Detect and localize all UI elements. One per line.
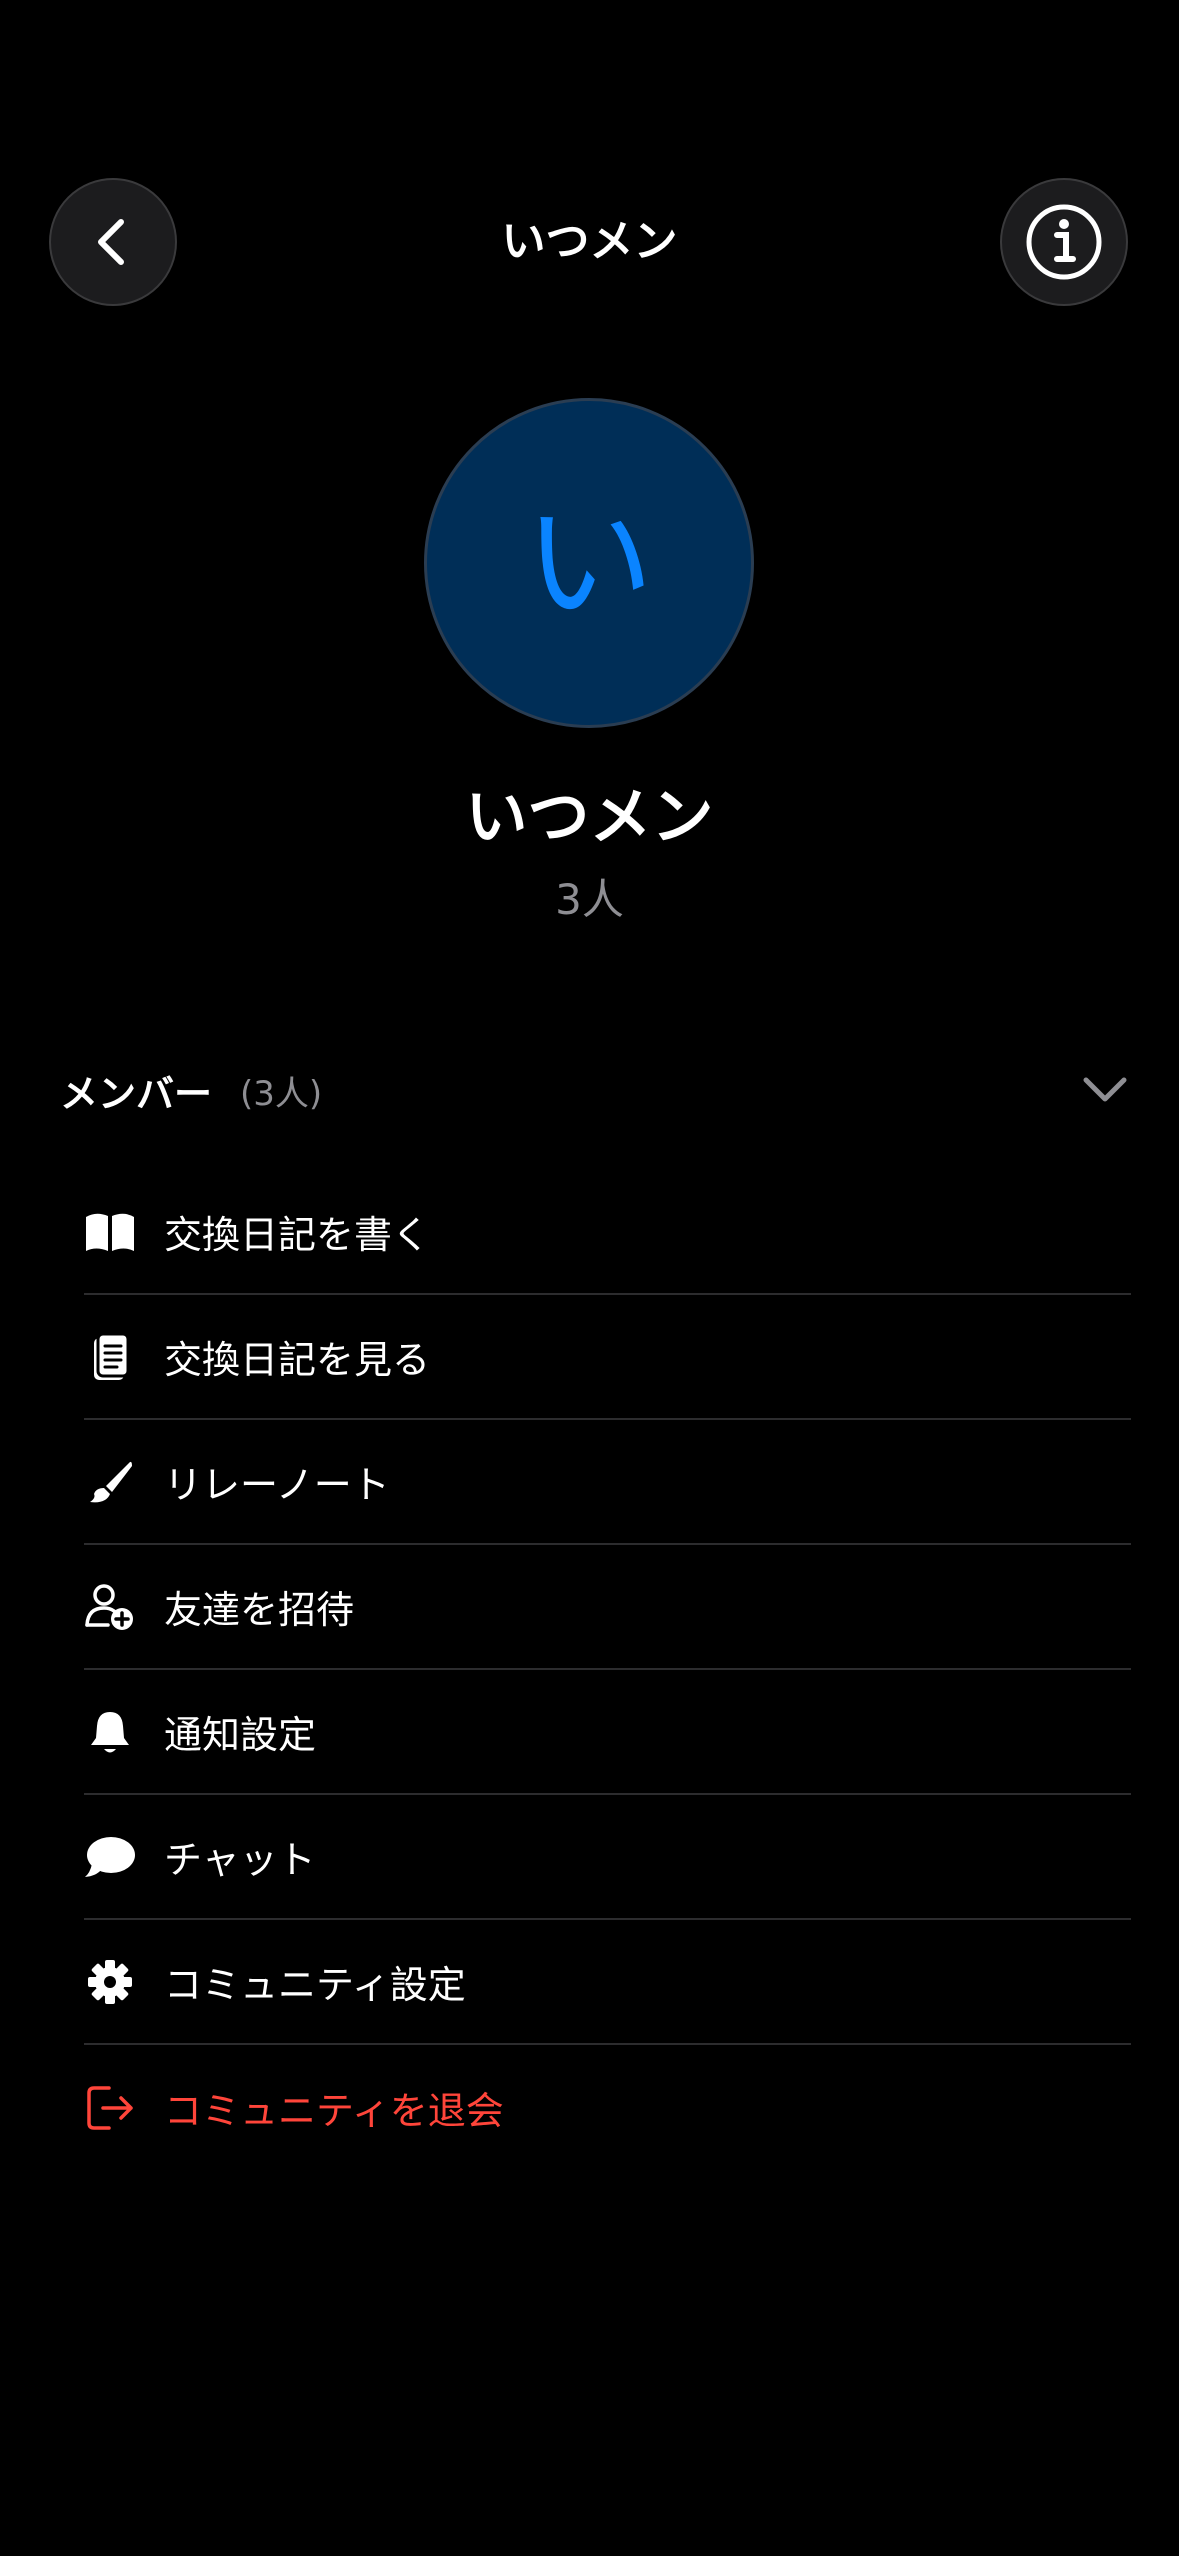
members-section-toggle[interactable]: メンバー (3人)	[60, 1060, 1130, 1120]
members-title: メンバー	[60, 1071, 213, 1116]
menu-item-chat[interactable]: チャット	[84, 1795, 1131, 1920]
brush-icon	[84, 1456, 136, 1508]
info-icon	[1026, 204, 1102, 280]
menu-item-label: リレーノート	[164, 1463, 390, 1507]
info-button[interactable]	[1000, 178, 1128, 306]
person-add-icon	[84, 1581, 136, 1633]
book-open-icon	[84, 1206, 136, 1258]
menu-item-label: 通知設定	[164, 1713, 317, 1757]
menu-item-invite-friends[interactable]: 友達を招待	[84, 1545, 1131, 1670]
community-name: いつメン	[465, 780, 714, 853]
menu-item-label: コミュニティ設定	[164, 1963, 466, 2007]
menu-item-label: 友達を招待	[164, 1588, 355, 1632]
bell-icon	[84, 1706, 136, 1758]
menu-item-notification-settings[interactable]: 通知設定	[84, 1670, 1131, 1795]
gear-icon	[84, 1956, 136, 2008]
community-member-count: 3人	[555, 875, 624, 924]
menu-item-label: チャット	[164, 1838, 316, 1882]
menu-item-view-diary[interactable]: 交換日記を見る	[84, 1295, 1131, 1420]
notebook-icon	[84, 1331, 136, 1383]
menu-item-relay-note[interactable]: リレーノート	[84, 1420, 1131, 1545]
community-avatar: い	[424, 398, 754, 728]
avatar-letter: い	[523, 487, 654, 639]
chat-bubble-icon	[84, 1831, 136, 1883]
menu-item-community-settings[interactable]: コミュニティ設定	[84, 1920, 1131, 2045]
menu-item-leave-community[interactable]: コミュニティを退会	[84, 2045, 1131, 2170]
exit-icon	[84, 2082, 136, 2134]
menu-item-write-diary[interactable]: 交換日記を書く	[84, 1170, 1131, 1295]
menu-item-label: 交換日記を書く	[164, 1213, 431, 1257]
members-count: (3人)	[240, 1073, 323, 1114]
chevron-down-icon	[1083, 1077, 1127, 1102]
menu-item-label: 交換日記を見る	[164, 1338, 431, 1382]
menu-item-label: コミュニティを退会	[164, 2089, 504, 2133]
action-menu: 交換日記を書く 交換日記を見る リレーノート 友達を招待 通知設定 チャット コ…	[84, 1170, 1131, 2170]
